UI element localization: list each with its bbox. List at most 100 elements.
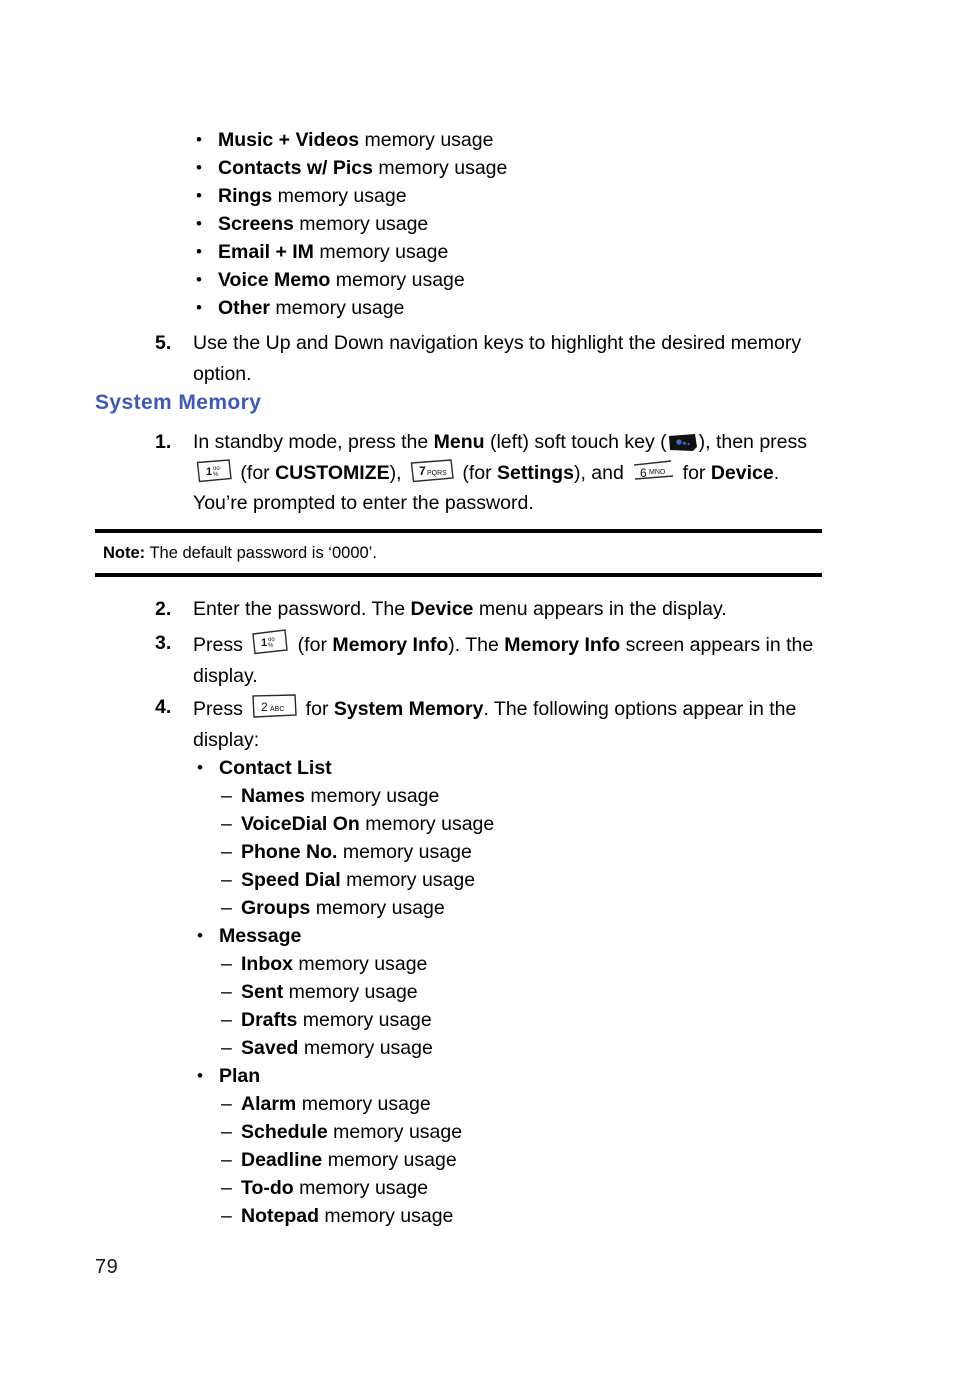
option-group-label: Contact List	[219, 757, 332, 779]
note-box: Note: The default password is ‘0000’.	[95, 529, 822, 577]
svg-text:%: %	[213, 472, 219, 478]
option-subitem: – Groups memory usage	[195, 894, 835, 922]
step-2-text: Enter the password. The Device menu appe…	[193, 594, 825, 625]
step-1-part-4: (for	[235, 461, 276, 484]
option-subitem-label: Speed Dial	[241, 869, 341, 891]
step-4-part-1: Press	[193, 698, 249, 720]
step-4: 4. Press 2 ABC for System Memory. The fol…	[155, 692, 825, 755]
dash-icon: –	[221, 785, 232, 807]
dash-icon: –	[221, 1177, 232, 1199]
option-group: • Contact List	[195, 754, 835, 782]
option-subitem-label: VoiceDial On	[241, 813, 360, 835]
step-1-part-1: In standby mode, press the	[193, 431, 434, 453]
dash-icon: –	[221, 841, 232, 863]
option-subitem: – Drafts memory usage	[195, 1006, 835, 1034]
step-2: 2. Enter the password. The Device menu a…	[155, 594, 825, 625]
dash-icon: –	[221, 1037, 232, 1059]
step-3: 3. Press 1 oo% (for Memory Info). The Mem…	[155, 628, 825, 691]
note-bottom-rule	[95, 573, 822, 577]
step-1-part-6: (for	[456, 461, 498, 484]
option-subitem: – Inbox memory usage	[195, 950, 835, 978]
dash-icon: –	[221, 1121, 232, 1143]
list-item-detail: memory usage	[313, 241, 449, 263]
step-3-number: 3.	[155, 632, 172, 654]
settings-keyword: Settings	[497, 461, 574, 484]
bullet-icon: •	[196, 130, 202, 149]
list-item-detail: memory usage	[293, 213, 429, 235]
option-subitem: – Names memory usage	[195, 782, 835, 810]
list-item-label: Contacts w/ Pics	[218, 157, 373, 179]
memory-info-keyword-2: Memory Info	[504, 634, 621, 656]
dash-icon: –	[221, 869, 232, 891]
memory-usage-bullet-list: • Music + Videos memory usage • Contacts w/…	[193, 126, 833, 322]
list-item-detail: memory usage	[372, 157, 508, 179]
bullet-icon: •	[197, 758, 203, 777]
svg-text:6: 6	[640, 466, 647, 480]
bullet-icon: •	[196, 158, 202, 177]
option-subitem-label: Notepad	[241, 1205, 319, 1227]
step-5-number: 5.	[155, 332, 172, 354]
option-subitem-detail: memory usage	[359, 813, 495, 835]
option-subitem: – Saved memory usage	[195, 1034, 835, 1062]
svg-text:1: 1	[261, 637, 267, 649]
option-group: • Message	[195, 922, 835, 950]
key-6-icon: 6 MNO	[631, 458, 675, 484]
option-subitem: – VoiceDial On memory usage	[195, 810, 835, 838]
note-label: Note:	[103, 544, 146, 562]
note-text: The default password is ‘0000’.	[145, 544, 377, 562]
device-keyword: Device	[710, 461, 774, 484]
option-subitem-label: Drafts	[241, 1009, 298, 1031]
page-title: System Memory	[95, 391, 261, 415]
bullet-icon: •	[197, 1066, 203, 1085]
section-heading-label: System Memory	[95, 391, 262, 414]
option-subitem: – To-do memory usage	[195, 1174, 835, 1202]
step-4-number: 4.	[155, 696, 172, 718]
step-1-part-8: for	[677, 461, 711, 484]
list-item: • Screens memory usage	[193, 210, 833, 238]
device-keyword-2: Device	[410, 598, 474, 620]
option-subitem-label: Deadline	[241, 1149, 323, 1171]
list-item: • Voice Memo memory usage	[193, 266, 833, 294]
list-item-label: Voice Memo	[218, 269, 331, 291]
option-subitem-detail: memory usage	[319, 1205, 454, 1227]
step-1-number: 1.	[155, 431, 172, 453]
option-subitem-label: Phone No.	[241, 841, 338, 863]
step-5: 5. Use the Up and Down navigation keys t…	[155, 328, 825, 389]
list-item: • Contacts w/ Pics memory usage	[193, 154, 833, 182]
option-subitem: – Alarm memory usage	[195, 1090, 835, 1118]
step-4-text: Press 2 ABC for System Memory. The follow…	[193, 692, 825, 755]
option-subitem-label: Schedule	[241, 1121, 328, 1143]
step-1-part-5: ),	[389, 461, 407, 484]
svg-text:ABC: ABC	[270, 706, 284, 713]
option-subitem-label: To-do	[241, 1177, 294, 1199]
list-item-label: Email + IM	[218, 241, 314, 263]
option-subitem-detail: memory usage	[327, 1121, 463, 1143]
list-item-label: Screens	[218, 213, 294, 235]
list-item-detail: memory usage	[330, 269, 465, 291]
dash-icon: –	[221, 1149, 232, 1171]
list-item-detail: memory usage	[272, 185, 407, 207]
option-subitem: – Notepad memory usage	[195, 1202, 835, 1230]
step-1-text: In standby mode, press the Menu (left) s…	[193, 427, 825, 519]
list-item-label: Music + Videos	[218, 129, 360, 151]
list-item-detail: memory usage	[359, 129, 494, 151]
dash-icon: –	[221, 1205, 232, 1227]
dash-icon: –	[221, 897, 232, 919]
dash-icon: –	[221, 981, 232, 1003]
step-2-part-2: menu appears in the display.	[473, 598, 727, 620]
option-subitem-detail: memory usage	[298, 1037, 433, 1059]
option-subitem: – Phone No. memory usage	[195, 838, 835, 866]
bullet-icon: •	[196, 186, 202, 205]
option-subitem-detail: memory usage	[283, 981, 418, 1003]
bullet-icon: •	[197, 926, 203, 945]
option-group-label: Message	[219, 925, 302, 947]
menu-keyword: Menu	[433, 431, 485, 453]
option-subitem-label: Groups	[241, 897, 311, 919]
option-subitem-detail: memory usage	[337, 841, 472, 863]
option-subitem-label: Inbox	[241, 953, 293, 975]
dash-icon: –	[221, 953, 232, 975]
key-2-icon: 2 ABC	[250, 692, 298, 720]
memory-info-keyword-1: Memory Info	[332, 634, 449, 656]
step-3-part-3: ). The	[448, 634, 505, 656]
option-subitem-detail: memory usage	[293, 953, 428, 975]
